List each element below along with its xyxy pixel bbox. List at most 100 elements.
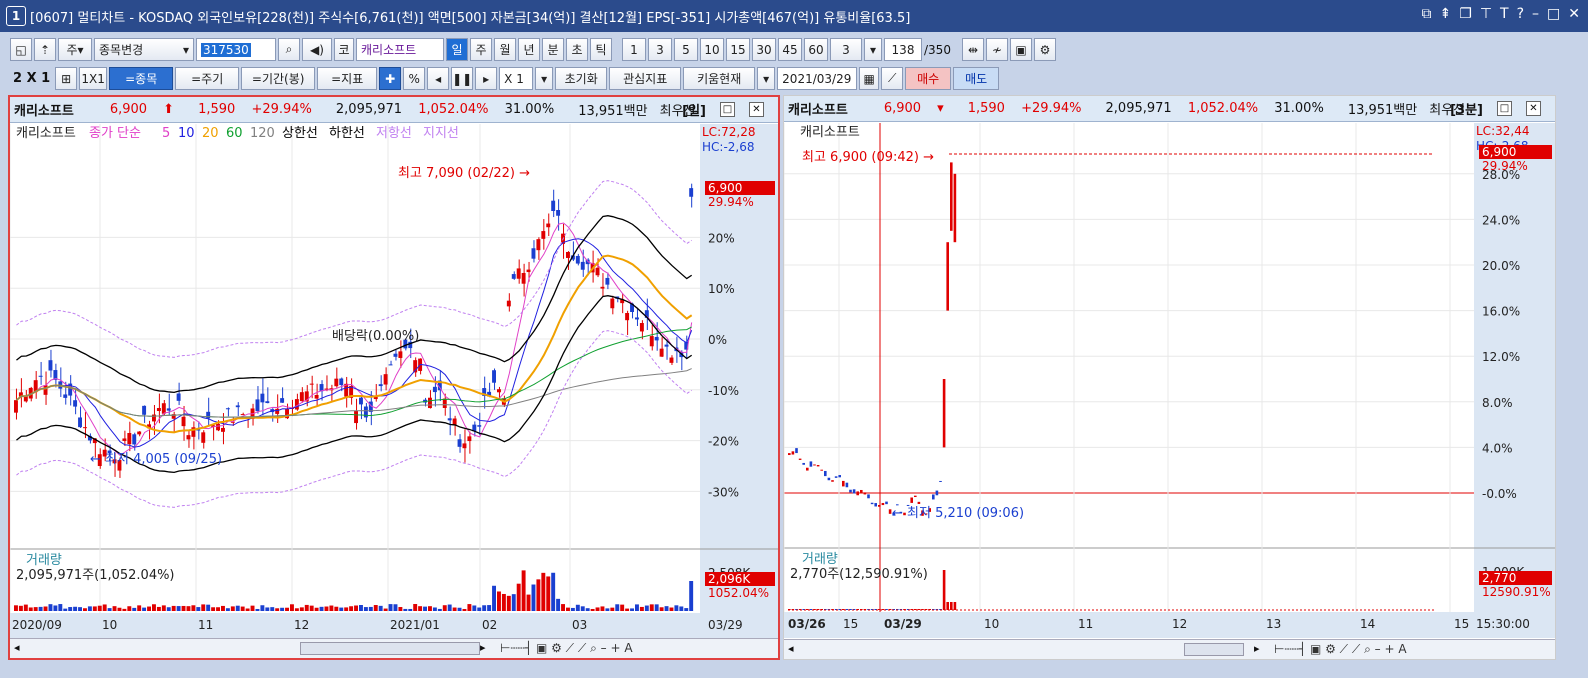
help-icon[interactable]: ? (1517, 6, 1524, 22)
interval-15[interactable]: 15 (726, 38, 750, 61)
maximize-panel-icon[interactable]: □ (720, 102, 735, 117)
kiwoom-current-button[interactable]: 키움현재 (683, 67, 756, 90)
scroll-thumb[interactable] (300, 642, 480, 655)
candle-body (885, 501, 888, 505)
gear-icon[interactable]: ⚙ (1034, 38, 1056, 61)
reset-button[interactable]: 초기화 (555, 67, 608, 90)
interval-45[interactable]: 45 (778, 38, 802, 61)
legend-ma60: 60 (226, 126, 243, 141)
close-panel-icon[interactable]: ✕ (1526, 101, 1541, 116)
period-month[interactable]: 월 (494, 38, 516, 61)
kor-toggle[interactable]: 코 (334, 38, 354, 61)
x-end-label: 03/29 (708, 618, 743, 632)
volume-bar (294, 608, 299, 611)
volume-bar (14, 605, 18, 611)
calendar-icon[interactable]: ▦ (859, 67, 880, 90)
pin-icon[interactable]: ⇞ (1440, 6, 1452, 22)
minimize-icon[interactable]: – (1532, 6, 1539, 22)
period-year[interactable]: 년 (518, 38, 540, 61)
interval-1[interactable]: 1 (622, 38, 646, 61)
volume-bar (551, 572, 556, 611)
interest-index-button[interactable]: 관심지표 (609, 67, 682, 90)
stock-change-select[interactable]: 종목변경 ▾ (94, 38, 194, 61)
link-icon[interactable]: ⧉ (1422, 6, 1432, 22)
zoom-icon[interactable]: ⇹ (962, 38, 984, 61)
rate-tag: 29.94% (708, 195, 754, 209)
multiplier-dropdown-icon[interactable]: ▾ (535, 67, 554, 90)
volume-bar (521, 570, 526, 611)
interval-5[interactable]: 5 (674, 38, 698, 61)
multiplier-select[interactable]: X 1 (499, 67, 534, 90)
search-icon[interactable]: ⌕ (278, 38, 300, 61)
maximize-icon[interactable]: □ (1547, 6, 1560, 22)
change-rate: +29.94% (251, 102, 312, 117)
x-tick-label: 11 (1078, 617, 1093, 631)
scroll-thumb[interactable] (1184, 643, 1244, 656)
interval-dropdown-icon[interactable]: ▾ (864, 38, 882, 61)
pause-icon[interactable]: ❚❚ (451, 67, 474, 90)
close-icon[interactable]: ✕ (1568, 6, 1580, 22)
layout-1x1[interactable]: 1X1 (79, 67, 108, 90)
chart-window-icon[interactable]: ◱ (10, 38, 32, 61)
font-icon[interactable]: T (1500, 6, 1509, 22)
stock-name: 캐리소프트 (788, 103, 848, 118)
scroll-left-icon[interactable]: ◂ (788, 642, 794, 655)
period-day[interactable]: 일 (446, 38, 468, 61)
close-panel-icon[interactable]: ✕ (749, 102, 764, 117)
top-icon[interactable]: ⊤ (1480, 6, 1492, 22)
volume-bar (28, 607, 33, 611)
interval-60[interactable]: 60 (804, 38, 828, 61)
sell-button[interactable]: 매도 (953, 67, 1000, 90)
percent-toggle[interactable]: % (403, 67, 426, 90)
legend-resistance: 저항선 (376, 126, 412, 141)
minute-candle-chart[interactable]: 28.0%24.0%20.0%16.0%12.0%8.0%4.0%-0.0%03… (784, 123, 1555, 638)
interval-custom[interactable]: 3 (830, 38, 862, 61)
link-index-button[interactable]: =지표 (317, 67, 378, 90)
buy-button[interactable]: 매수 (905, 67, 952, 90)
daily-candle-chart[interactable]: 20% 10% 0% -10% -20% -30% 2020/09 10 11 12 2021/01… (10, 124, 778, 639)
candle-body (566, 251, 570, 258)
stock-code-input[interactable]: 317530 (196, 38, 276, 61)
draw-icon[interactable]: ≁ (986, 38, 1008, 61)
link-period-button[interactable]: =기간(봉) (241, 67, 316, 90)
scroll-right-icon[interactable]: ▸ (480, 641, 486, 654)
link-stock-button[interactable]: =종목 (109, 67, 174, 90)
market-select[interactable]: 주 ▾ (58, 38, 92, 61)
daily-chart-scrollbar[interactable]: ◂ ▸ ⊢┄┄┤ ▣ ⚙ ⟋ ⟋ ⌕ – + A (10, 638, 778, 658)
fix-icon[interactable]: ⇡ (34, 38, 56, 61)
period-second[interactable]: 초 (566, 38, 588, 61)
save-icon[interactable]: ▣ (1010, 38, 1032, 61)
legend-ma10: 10 (178, 126, 195, 141)
max-label: 최고 7,090 (02/22) → (398, 166, 530, 181)
period-minute[interactable]: 분 (542, 38, 564, 61)
period-tick[interactable]: 틱 (590, 38, 612, 61)
next-icon[interactable]: ▸ (475, 67, 498, 90)
scroll-right-icon[interactable]: ▸ (1254, 642, 1260, 655)
sound-icon[interactable]: ◀) (302, 38, 332, 61)
restore-icon[interactable]: ❐ (1459, 6, 1472, 22)
link-cycle-button[interactable]: =주기 (175, 67, 240, 90)
current-price: 6,900 ⬆ (110, 102, 186, 117)
volume-tag: 2,096K (708, 572, 751, 586)
drawing-tool-icon[interactable]: ⟋ (881, 67, 904, 90)
maximize-panel-icon[interactable]: □ (1497, 101, 1512, 116)
prev-icon[interactable]: ◂ (427, 67, 450, 90)
interval-30[interactable]: 30 (752, 38, 776, 61)
x-tick-label: 12 (1172, 617, 1187, 631)
date-input[interactable]: 2021/03/29 (777, 67, 858, 90)
range-count-input[interactable]: 138 (884, 38, 922, 61)
interval-3[interactable]: 3 (648, 38, 672, 61)
grid-icon[interactable]: ⊞ (55, 67, 78, 90)
interval-10[interactable]: 10 (700, 38, 724, 61)
minute-chart-scrollbar[interactable]: ◂ ▸ ⊢┄┄┤ ▣ ⚙ ⟋ ⟋ ⌕ – + A (784, 639, 1555, 659)
chart-tools[interactable]: ⊢┄┄┤ ▣ ⚙ ⟋ ⟋ ⌕ – + A (500, 641, 633, 656)
volume-bar (196, 607, 201, 611)
change-rate: +29.94% (1021, 101, 1082, 116)
period-week[interactable]: 주 (470, 38, 492, 61)
candle-body (299, 392, 304, 402)
chart-tools[interactable]: ⊢┄┄┤ ▣ ⚙ ⟋ ⟋ ⌕ – + A (1274, 642, 1407, 657)
candle-body (838, 475, 841, 478)
scroll-left-icon[interactable]: ◂ (14, 641, 20, 654)
kiwoom-dropdown-icon[interactable]: ▾ (757, 67, 776, 90)
crosshair-icon[interactable]: ✚ (379, 67, 402, 90)
